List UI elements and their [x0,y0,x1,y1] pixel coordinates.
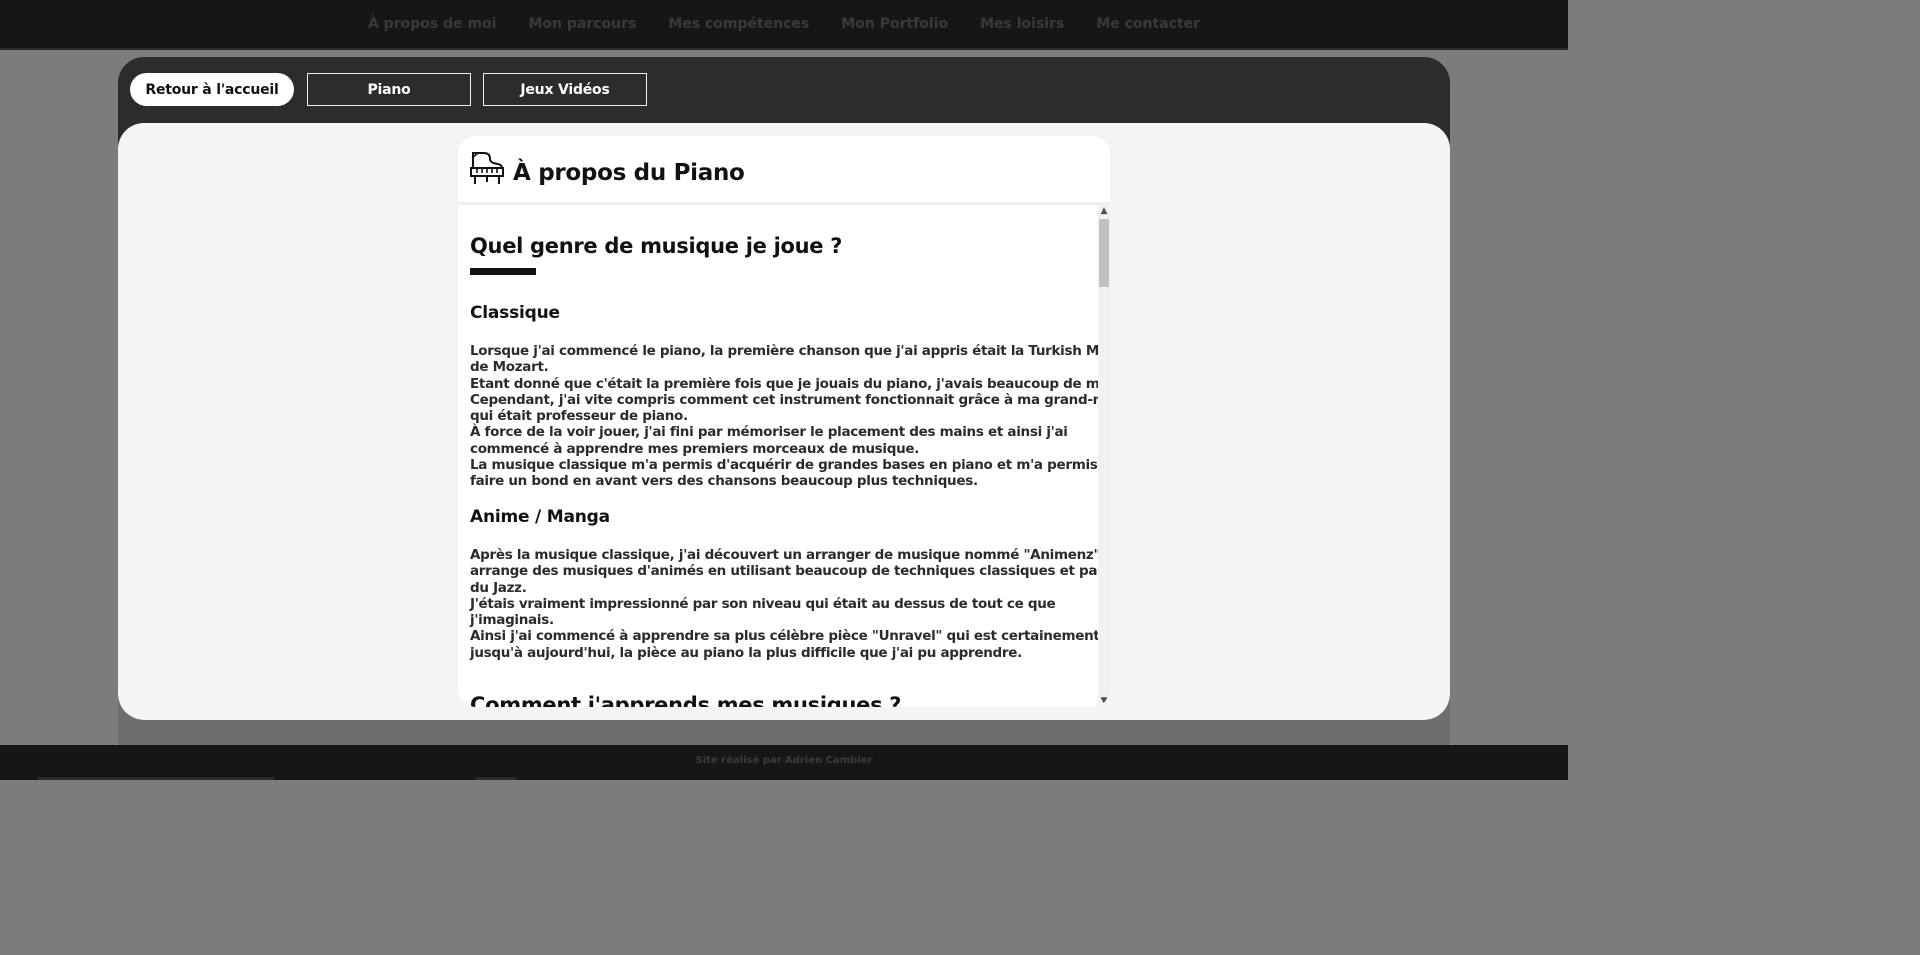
footer-credit: Site réalisé par Adrien Cambier [695,755,873,766]
top-navigation: À propos de moi Mon parcours Mes compéte… [0,0,1568,50]
piano-icon [470,152,504,184]
subheading-anime-manga: Anime / Manga [470,507,610,527]
text-line: Cependant, j'ai vite compris comment cet… [470,391,1098,408]
nav-link-skills[interactable]: Mes compétences [668,16,809,32]
nav-link-journey[interactable]: Mon parcours [528,16,636,32]
text-line: j'imaginais. [470,612,554,629]
footer: Site réalisé par Adrien Cambier [0,745,1568,780]
text-line: Après la musique classique, j'ai découve… [470,547,1098,563]
nav-link-about[interactable]: À propos de moi [368,16,497,32]
text-line: jusqu'à aujourd'hui, la pièce au piano l… [470,644,1022,661]
subheading-classique: Classique [470,303,560,323]
text-line: commencé à apprendre mes premiers morcea… [470,440,920,457]
text-line: Ainsi j'ai commencé à apprendre sa plus … [470,628,1098,645]
footer-decoration [476,777,516,780]
tab-video-games[interactable]: Jeux Vidéos [483,73,647,106]
text-line: du Jazz. [470,579,527,596]
scroll-up-arrow-icon[interactable]: ▲ [1098,205,1110,217]
vertical-scrollbar[interactable]: ▲ ▼ [1098,205,1110,707]
text-line: Etant donné que c'était la première fois… [470,375,1098,392]
card-title: À propos du Piano [513,160,745,186]
back-home-button[interactable]: Retour à l'accueil [130,73,294,106]
card-header: À propos du Piano [458,136,1110,205]
text-line: Lorsque j'ai commencé le piano, la premi… [470,343,1098,359]
section-heading-learning: Comment j'apprends mes musiques ? [470,693,902,707]
paragraph-anime: Après la musique classique, j'ai découve… [470,547,1098,661]
text-line: de Mozart. [470,359,549,376]
text-line: À force de la voir jouer, j'ai fini par … [470,424,1068,441]
content-scroll-area[interactable]: Quel genre de musique je joue ? Classiqu… [458,205,1098,707]
nav-link-hobbies[interactable]: Mes loisirs [980,16,1064,32]
piano-card: À propos du Piano Quel genre de musique … [458,136,1110,707]
text-line: La musique classique m'a permis d'acquér… [470,457,1098,474]
nav-link-contact[interactable]: Me contacter [1096,16,1200,32]
text-line: qui était professeur de piano. [470,408,688,425]
section-heading-genres: Quel genre de musique je joue ? [470,234,843,258]
hobbies-modal: Retour à l'accueil Piano Jeux Vidéos À p… [118,57,1450,720]
modal-body: À propos du Piano Quel genre de musique … [118,123,1450,720]
scrollbar-thumb[interactable] [1099,219,1109,287]
scroll-down-arrow-icon[interactable]: ▼ [1098,695,1110,707]
tab-piano[interactable]: Piano [307,73,471,106]
nav-link-portfolio[interactable]: Mon Portfolio [841,16,948,32]
text-line: faire un bond en avant vers des chansons… [470,473,978,490]
text-line: arrange des musiques d'animés en utilisa… [470,563,1098,580]
text-line: J'étais vraiment impressionné par son ni… [470,595,1056,612]
heading-underline [470,268,536,275]
paragraph-classique: Lorsque j'ai commencé le piano, la premi… [470,343,1098,490]
footer-decoration [38,777,274,780]
